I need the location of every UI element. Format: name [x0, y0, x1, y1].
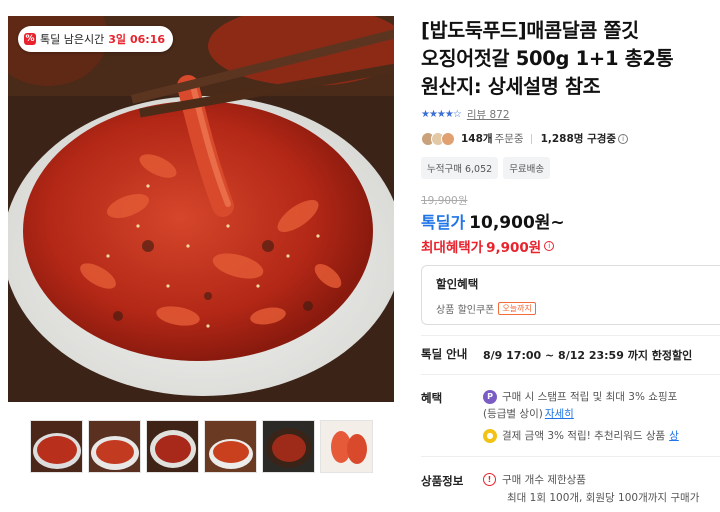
squid-jeotgal-photo: [8, 16, 394, 402]
divider: [530, 133, 532, 144]
coupon-text: 상품 할인쿠폰: [436, 305, 495, 316]
product-main-image[interactable]: % 톡딜 남은시간 3일 06:16: [8, 16, 394, 402]
reward-detail-link[interactable]: 상: [669, 428, 679, 443]
purchase-limit-line: ! 구매 개수 제한상품: [483, 472, 586, 487]
badge-label: 톡딜 남은시간: [40, 33, 105, 46]
thumbnail-3[interactable]: [146, 420, 199, 473]
max-benefit-label: 최대혜택가: [421, 240, 484, 256]
purchase-limit-text: 구매 개수 제한상품: [502, 474, 586, 486]
divider: [421, 374, 720, 375]
order-unit: 주문중: [494, 133, 524, 145]
thumbnail-6[interactable]: [320, 420, 373, 473]
purchase-limit-detail: 최대 1회 100개, 회원당 100개까지 구매가: [507, 490, 699, 505]
viewer-count: 1,288명 구경중: [540, 133, 617, 145]
title-line: 오징어젓갈 500g 1+1 총2통: [421, 47, 674, 70]
benefit-grade-text: (등급별 상이): [483, 408, 543, 420]
tokdeal-period: 8/9 17:00 ~ 8/12 23:59 까지 한정할인: [483, 349, 693, 362]
thumbnail-1[interactable]: [30, 420, 83, 473]
benefit-label: 혜택: [421, 391, 443, 405]
divider: [421, 456, 720, 457]
deal-price-label: 톡딜가: [421, 213, 466, 232]
benefit-reward-text: 결제 금액 3% 적립! 추천리워드 상품: [502, 430, 666, 442]
deal-price-value: 10,900원~: [469, 213, 565, 233]
rating-row: ★★★★☆ 리뷰 872: [421, 107, 510, 122]
discount-coupon-box[interactable]: 할인혜택 상품 할인쿠폰 오늘까지: [421, 265, 720, 325]
original-price: 19,900원: [421, 195, 468, 207]
thumbnail-4[interactable]: [204, 420, 257, 473]
purchase-limit-detail-text: 최대 1회 100개, 회원당 100개까지 구매가: [507, 492, 700, 504]
thumbnail-strip: [30, 420, 373, 473]
info-icon[interactable]: i: [618, 133, 629, 144]
orders-row: 148개 주문중 1,288명 구경중 i: [421, 131, 629, 146]
coupon-row: 상품 할인쿠폰 오늘까지: [436, 301, 716, 316]
review-link[interactable]: 리뷰 872: [467, 107, 510, 122]
order-count: 148개: [461, 133, 493, 145]
benefit-stamp-text: 구매 시 스탬프 적립 및 최대 3% 쇼핑포: [502, 391, 678, 403]
warning-icon: !: [483, 473, 496, 486]
title-line: 원산지: 상세설명 참조: [421, 75, 601, 98]
coupon-heading: 할인혜택: [436, 277, 479, 291]
percent-icon: %: [24, 33, 36, 45]
max-benefit-row: 최대혜택가 9,900원 i: [421, 236, 555, 256]
avatar: [441, 131, 455, 146]
thumbnail-2[interactable]: [88, 420, 141, 473]
tokdeal-label: 톡딜 안내: [421, 347, 468, 361]
info-icon[interactable]: i: [544, 241, 555, 251]
tag-free-shipping: 무료배송: [503, 157, 551, 179]
coin-icon: ●: [483, 428, 497, 443]
benefit-reward-line: ● 결제 금액 3% 적립! 추천리워드 상품 상: [483, 428, 679, 443]
product-info-label: 상품정보: [421, 474, 464, 488]
star-rating-icon: ★★★★☆: [421, 109, 462, 120]
divider: [421, 335, 720, 336]
deal-price-row: 톡딜가 10,900원~: [421, 208, 565, 233]
today-only-badge: 오늘까지: [498, 302, 536, 315]
tag-cumulative: 누적구매 6,052: [421, 157, 499, 179]
tag-list: 누적구매 6,052 무료배송: [421, 157, 551, 179]
benefit-stamp-line-2: (등급별 상이) 자세히: [483, 406, 574, 421]
badge-time: 06:16: [130, 32, 166, 46]
point-icon: P: [483, 389, 497, 404]
max-benefit-value: 9,900원: [486, 240, 542, 256]
time-left-badge: % 톡딜 남은시간 3일 06:16: [18, 26, 174, 52]
benefit-stamp-line: P 구매 시 스탬프 적립 및 최대 3% 쇼핑포: [483, 389, 677, 404]
thumbnail-5[interactable]: [262, 420, 315, 473]
product-title: [밥도둑푸드]매콤달콤 쫄깃 오징어젓갈 500g 1+1 총2통 원산지: 상…: [421, 17, 720, 101]
title-line: [밥도둑푸드]매콤달콤 쫄깃: [421, 19, 639, 42]
badge-days: 3일: [108, 33, 126, 46]
detail-link[interactable]: 자세히: [545, 406, 574, 421]
